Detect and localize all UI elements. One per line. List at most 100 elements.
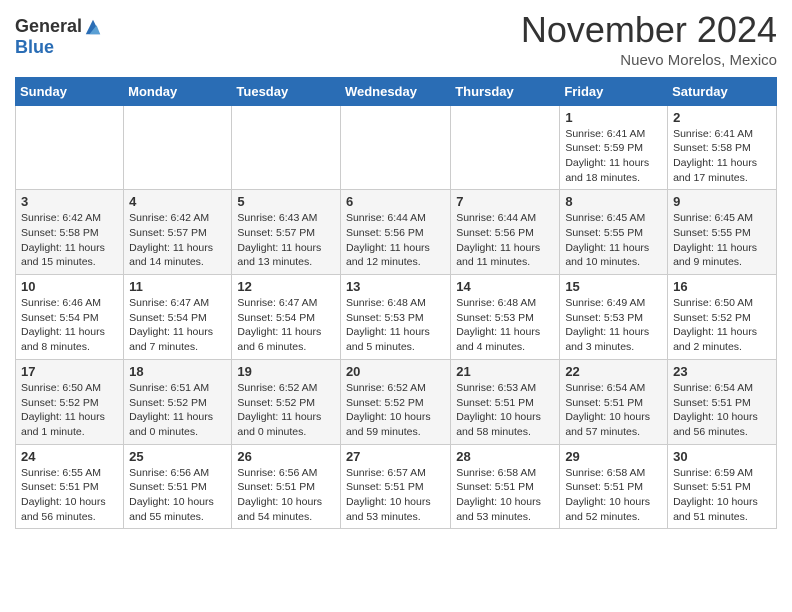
calendar-cell: 5 Sunrise: 6:43 AM Sunset: 5:57 PM Daylig… xyxy=(232,190,341,275)
weekday-header-monday: Monday xyxy=(124,77,232,105)
weekday-header-sunday: Sunday xyxy=(16,77,124,105)
calendar-cell: 25 Sunrise: 6:56 AM Sunset: 5:51 PM Dayli… xyxy=(124,444,232,529)
calendar-cell: 12 Sunrise: 6:47 AM Sunset: 5:54 PM Dayli… xyxy=(232,275,341,360)
day-number: 13 xyxy=(346,279,445,294)
day-number: 4 xyxy=(129,194,226,209)
calendar-cell xyxy=(124,105,232,190)
day-number: 30 xyxy=(673,449,771,464)
day-number: 3 xyxy=(21,194,118,209)
day-info: Sunrise: 6:58 AM Sunset: 5:51 PM Dayligh… xyxy=(456,466,554,525)
calendar-cell: 29 Sunrise: 6:58 AM Sunset: 5:51 PM Dayli… xyxy=(560,444,668,529)
day-info: Sunrise: 6:57 AM Sunset: 5:51 PM Dayligh… xyxy=(346,466,445,525)
day-number: 14 xyxy=(456,279,554,294)
weekday-header-row: SundayMondayTuesdayWednesdayThursdayFrid… xyxy=(16,77,777,105)
location: Nuevo Morelos, Mexico xyxy=(521,52,777,69)
day-info: Sunrise: 6:41 AM Sunset: 5:58 PM Dayligh… xyxy=(673,127,771,186)
calendar-cell xyxy=(16,105,124,190)
weekday-header-saturday: Saturday xyxy=(668,77,777,105)
day-number: 9 xyxy=(673,194,771,209)
calendar-cell: 9 Sunrise: 6:45 AM Sunset: 5:55 PM Daylig… xyxy=(668,190,777,275)
day-info: Sunrise: 6:47 AM Sunset: 5:54 PM Dayligh… xyxy=(129,296,226,355)
day-number: 6 xyxy=(346,194,445,209)
day-info: Sunrise: 6:46 AM Sunset: 5:54 PM Dayligh… xyxy=(21,296,118,355)
day-number: 5 xyxy=(237,194,335,209)
day-info: Sunrise: 6:45 AM Sunset: 5:55 PM Dayligh… xyxy=(565,211,662,270)
day-info: Sunrise: 6:42 AM Sunset: 5:58 PM Dayligh… xyxy=(21,211,118,270)
calendar-cell xyxy=(451,105,560,190)
calendar-cell: 18 Sunrise: 6:51 AM Sunset: 5:52 PM Dayli… xyxy=(124,359,232,444)
day-info: Sunrise: 6:53 AM Sunset: 5:51 PM Dayligh… xyxy=(456,381,554,440)
day-number: 25 xyxy=(129,449,226,464)
day-number: 15 xyxy=(565,279,662,294)
calendar-table: SundayMondayTuesdayWednesdayThursdayFrid… xyxy=(15,77,777,530)
day-info: Sunrise: 6:58 AM Sunset: 5:51 PM Dayligh… xyxy=(565,466,662,525)
day-info: Sunrise: 6:56 AM Sunset: 5:51 PM Dayligh… xyxy=(129,466,226,525)
calendar-cell: 6Sunrise: 6:44 AM Sunset: 5:56 PM Daylig… xyxy=(340,190,450,275)
day-info: Sunrise: 6:48 AM Sunset: 5:53 PM Dayligh… xyxy=(456,296,554,355)
calendar-cell: 17 Sunrise: 6:50 AM Sunset: 5:52 PM Dayli… xyxy=(16,359,124,444)
day-info: Sunrise: 6:51 AM Sunset: 5:52 PM Dayligh… xyxy=(129,381,226,440)
calendar-week-4: 17 Sunrise: 6:50 AM Sunset: 5:52 PM Dayli… xyxy=(16,359,777,444)
day-info: Sunrise: 6:52 AM Sunset: 5:52 PM Dayligh… xyxy=(346,381,445,440)
calendar-cell: 10Sunrise: 6:46 AM Sunset: 5:54 PM Dayli… xyxy=(16,275,124,360)
day-info: Sunrise: 6:42 AM Sunset: 5:57 PM Dayligh… xyxy=(129,211,226,270)
day-number: 12 xyxy=(237,279,335,294)
day-number: 20 xyxy=(346,364,445,379)
day-info: Sunrise: 6:44 AM Sunset: 5:56 PM Dayligh… xyxy=(456,211,554,270)
weekday-header-tuesday: Tuesday xyxy=(232,77,341,105)
calendar-cell: 24 Sunrise: 6:55 AM Sunset: 5:51 PM Dayli… xyxy=(16,444,124,529)
day-number: 23 xyxy=(673,364,771,379)
title-block: November 2024 Nuevo Morelos, Mexico xyxy=(521,10,777,69)
day-info: Sunrise: 6:45 AM Sunset: 5:55 PM Dayligh… xyxy=(673,211,771,270)
calendar-cell: 21Sunrise: 6:53 AM Sunset: 5:51 PM Dayli… xyxy=(451,359,560,444)
day-number: 7 xyxy=(456,194,554,209)
calendar-cell: 4 Sunrise: 6:42 AM Sunset: 5:57 PM Daylig… xyxy=(124,190,232,275)
day-info: Sunrise: 6:49 AM Sunset: 5:53 PM Dayligh… xyxy=(565,296,662,355)
day-number: 16 xyxy=(673,279,771,294)
calendar-cell: 20 Sunrise: 6:52 AM Sunset: 5:52 PM Dayli… xyxy=(340,359,450,444)
day-info: Sunrise: 6:47 AM Sunset: 5:54 PM Dayligh… xyxy=(237,296,335,355)
day-number: 24 xyxy=(21,449,118,464)
day-number: 8 xyxy=(565,194,662,209)
logo: General Blue xyxy=(15,16,102,58)
calendar-cell: 11Sunrise: 6:47 AM Sunset: 5:54 PM Dayli… xyxy=(124,275,232,360)
day-number: 17 xyxy=(21,364,118,379)
weekday-header-thursday: Thursday xyxy=(451,77,560,105)
calendar-week-5: 24 Sunrise: 6:55 AM Sunset: 5:51 PM Dayli… xyxy=(16,444,777,529)
calendar-cell: 19Sunrise: 6:52 AM Sunset: 5:52 PM Dayli… xyxy=(232,359,341,444)
calendar-cell: 15 Sunrise: 6:49 AM Sunset: 5:53 PM Dayli… xyxy=(560,275,668,360)
calendar-cell: 22 Sunrise: 6:54 AM Sunset: 5:51 PM Dayli… xyxy=(560,359,668,444)
day-info: Sunrise: 6:48 AM Sunset: 5:53 PM Dayligh… xyxy=(346,296,445,355)
calendar-cell: 30Sunrise: 6:59 AM Sunset: 5:51 PM Dayli… xyxy=(668,444,777,529)
day-number: 18 xyxy=(129,364,226,379)
day-info: Sunrise: 6:55 AM Sunset: 5:51 PM Dayligh… xyxy=(21,466,118,525)
day-info: Sunrise: 6:50 AM Sunset: 5:52 PM Dayligh… xyxy=(21,381,118,440)
calendar-cell: 27 Sunrise: 6:57 AM Sunset: 5:51 PM Dayli… xyxy=(340,444,450,529)
day-number: 27 xyxy=(346,449,445,464)
day-number: 1 xyxy=(565,110,662,125)
calendar-week-1: 1 Sunrise: 6:41 AM Sunset: 5:59 PM Daylig… xyxy=(16,105,777,190)
day-info: Sunrise: 6:43 AM Sunset: 5:57 PM Dayligh… xyxy=(237,211,335,270)
calendar-cell: 23 Sunrise: 6:54 AM Sunset: 5:51 PM Dayli… xyxy=(668,359,777,444)
weekday-header-wednesday: Wednesday xyxy=(340,77,450,105)
day-info: Sunrise: 6:50 AM Sunset: 5:52 PM Dayligh… xyxy=(673,296,771,355)
day-number: 26 xyxy=(237,449,335,464)
logo-text: General xyxy=(15,16,102,37)
day-info: Sunrise: 6:52 AM Sunset: 5:52 PM Dayligh… xyxy=(237,381,335,440)
day-number: 29 xyxy=(565,449,662,464)
day-number: 2 xyxy=(673,110,771,125)
calendar-cell: 8 Sunrise: 6:45 AM Sunset: 5:55 PM Daylig… xyxy=(560,190,668,275)
calendar-week-2: 3 Sunrise: 6:42 AM Sunset: 5:58 PM Daylig… xyxy=(16,190,777,275)
logo-icon xyxy=(84,18,102,36)
logo-blue-text: Blue xyxy=(15,37,54,58)
logo-general-text: General xyxy=(15,16,82,37)
day-info: Sunrise: 6:56 AM Sunset: 5:51 PM Dayligh… xyxy=(237,466,335,525)
day-info: Sunrise: 6:54 AM Sunset: 5:51 PM Dayligh… xyxy=(565,381,662,440)
calendar-cell xyxy=(340,105,450,190)
calendar-week-3: 10Sunrise: 6:46 AM Sunset: 5:54 PM Dayli… xyxy=(16,275,777,360)
day-info: Sunrise: 6:41 AM Sunset: 5:59 PM Dayligh… xyxy=(565,127,662,186)
page: General Blue November 2024 Nuevo Morelos… xyxy=(0,0,792,544)
day-info: Sunrise: 6:54 AM Sunset: 5:51 PM Dayligh… xyxy=(673,381,771,440)
day-number: 22 xyxy=(565,364,662,379)
weekday-header-friday: Friday xyxy=(560,77,668,105)
